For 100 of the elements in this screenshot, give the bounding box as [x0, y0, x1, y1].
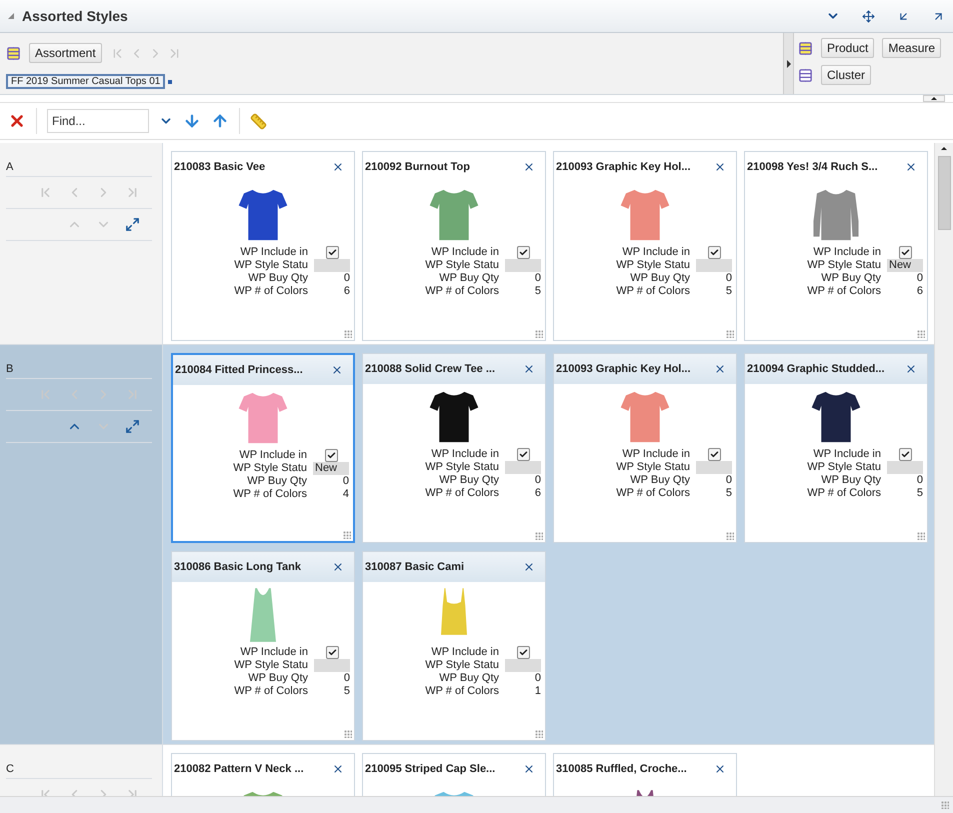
scrollbar[interactable]: [934, 143, 953, 796]
move-icon[interactable]: [862, 10, 875, 22]
status-field[interactable]: New: [313, 462, 349, 475]
field-label: WP # of Colors: [234, 285, 308, 298]
close-icon[interactable]: [523, 161, 535, 173]
field-label: WP # of Colors: [807, 285, 881, 298]
field-label: WP Style Statu: [807, 461, 881, 474]
close-icon[interactable]: [905, 161, 917, 173]
checkmark-icon: [900, 248, 910, 257]
field-label: WP Buy Qty: [247, 672, 308, 685]
status-field[interactable]: [696, 259, 732, 272]
checkbox[interactable]: [516, 646, 530, 659]
resize-grip-icon[interactable]: [917, 532, 925, 540]
card-title: 210083 Basic Vee: [174, 161, 266, 173]
checkbox[interactable]: [516, 448, 530, 461]
style-card[interactable]: 310087 Basic Cami WP Include in WP Style Statu WP Buy Qty 0 WP # of Colors 1: [362, 551, 546, 741]
collapse-triangle-icon[interactable]: [8, 13, 14, 19]
field-label: WP Style Statu: [616, 259, 690, 272]
style-card[interactable]: 210095 Striped Cap Sle...: [362, 753, 546, 796]
resize-grip-icon[interactable]: [941, 801, 949, 809]
resize-grip-icon[interactable]: [917, 330, 925, 338]
resize-grip-icon[interactable]: [726, 532, 734, 540]
resize-grip-icon[interactable]: [535, 330, 543, 338]
checkbox[interactable]: [708, 246, 720, 259]
status-field[interactable]: [505, 461, 541, 474]
style-card[interactable]: 210093 Graphic Key Hol... WP Include in WP Style Statu WP Buy Qty 0 WP # of Colors 5: [553, 353, 737, 543]
status-field[interactable]: [314, 659, 350, 672]
close-icon[interactable]: [332, 561, 344, 573]
field-label: WP Buy Qty: [629, 474, 690, 487]
resize-grip-icon[interactable]: [344, 730, 352, 738]
status-field[interactable]: [887, 461, 923, 474]
ruler-icon[interactable]: [250, 112, 267, 130]
close-icon[interactable]: [523, 763, 535, 775]
field-label: WP Style Statu: [807, 259, 881, 272]
status-field[interactable]: [696, 461, 732, 474]
style-card[interactable]: 210082 Pattern V Neck ...: [171, 753, 355, 796]
close-icon[interactable]: [714, 363, 726, 375]
field-value: 1: [534, 685, 541, 698]
checkbox[interactable]: [326, 646, 338, 659]
close-icon[interactable]: [8, 112, 26, 130]
expand-icon[interactable]: [125, 217, 140, 232]
style-card[interactable]: 210083 Basic Vee WP Include in WP Style Statu WP Buy Qty 0 WP # of Colors 6: [171, 151, 355, 341]
close-icon[interactable]: [523, 363, 535, 375]
status-field[interactable]: [505, 259, 541, 272]
style-card[interactable]: 210092 Burnout Top WP Include in WP Style Statu WP Buy Qty 0 WP # of Colors 5: [362, 151, 546, 341]
checkbox[interactable]: [898, 448, 912, 461]
style-card[interactable]: 210088 Solid Crew Tee ... WP Include in WP Style Statu WP Buy Qty 0 WP # of Colors 6: [362, 353, 546, 543]
field-value: 6: [916, 285, 923, 298]
find-field[interactable]: Find...: [47, 109, 149, 133]
checkbox[interactable]: [708, 448, 720, 461]
expand-icon[interactable]: [125, 419, 140, 434]
style-card[interactable]: 210094 Graphic Studded... WP Include in WP Style Statu WP Buy Qty 0 WP # of Colors 5: [744, 353, 928, 543]
field-value: 5: [342, 685, 350, 698]
dimension-button[interactable]: Measure: [882, 38, 942, 58]
resize-grip-icon[interactable]: [343, 531, 351, 539]
field-label: WP Style Statu: [234, 659, 308, 672]
field-value: 0: [916, 272, 923, 285]
resize-grip-icon[interactable]: [726, 330, 734, 338]
table-icon[interactable]: [6, 46, 21, 60]
style-card[interactable]: 310085 Ruffled, Croche...: [553, 753, 737, 796]
field-label: WP # of Colors: [807, 487, 881, 500]
arrow-down-icon[interactable]: [183, 112, 201, 130]
table-icon[interactable]: [798, 68, 813, 82]
field-label: WP Buy Qty: [438, 672, 499, 685]
dimension-button[interactable]: Assortment: [29, 43, 102, 63]
field-value: 0: [724, 272, 732, 285]
card-title: 310086 Basic Long Tank: [174, 561, 301, 573]
close-icon[interactable]: [523, 561, 535, 573]
close-icon[interactable]: [332, 763, 344, 775]
field-label: WP Style Statu: [425, 659, 499, 672]
style-card[interactable]: 310086 Basic Long Tank WP Include in WP Style Statu WP Buy Qty 0 WP # of Colors 5: [171, 551, 355, 741]
resize-grip-icon[interactable]: [344, 330, 352, 338]
resize-grip-icon[interactable]: [535, 532, 543, 540]
splitter[interactable]: [783, 33, 794, 94]
close-icon[interactable]: [905, 363, 917, 375]
card-title: 210094 Graphic Studded...: [747, 363, 885, 375]
table-icon[interactable]: [798, 40, 813, 56]
checkbox[interactable]: [898, 246, 912, 259]
dimension-button[interactable]: Cluster: [821, 65, 872, 85]
close-icon[interactable]: [331, 364, 343, 376]
assortment-tag[interactable]: FF 2019 Summer Casual Tops 01: [6, 74, 166, 89]
status-field[interactable]: New: [887, 259, 923, 272]
status-field[interactable]: [505, 659, 541, 672]
close-icon[interactable]: [714, 763, 726, 775]
close-icon[interactable]: [332, 161, 344, 173]
field-label: WP Include in: [430, 448, 499, 461]
checkbox[interactable]: [516, 246, 530, 259]
field-value: 5: [724, 285, 732, 298]
collapse-button[interactable]: [923, 95, 945, 102]
card-title: 210092 Burnout Top: [365, 161, 470, 173]
style-card[interactable]: 210084 Fitted Princess... WP Include in WP Style Statu New WP Buy Qty 0 WP # of Colors 4: [171, 353, 355, 543]
resize-grip-icon[interactable]: [535, 730, 543, 738]
dimension-button[interactable]: Product: [821, 38, 874, 58]
checkbox[interactable]: [324, 449, 338, 462]
style-card[interactable]: 210093 Graphic Key Hol... WP Include in WP Style Statu WP Buy Qty 0 WP # of Colors 5: [553, 151, 737, 341]
field-label: WP Include in: [812, 448, 881, 461]
close-icon[interactable]: [714, 161, 726, 173]
checkbox[interactable]: [326, 246, 338, 259]
style-card[interactable]: 210098 Yes! 3/4 Ruch S... WP Include in WP Style Statu New WP Buy Qty 0 WP # of Colors 6: [744, 151, 928, 341]
status-field[interactable]: [314, 259, 350, 272]
